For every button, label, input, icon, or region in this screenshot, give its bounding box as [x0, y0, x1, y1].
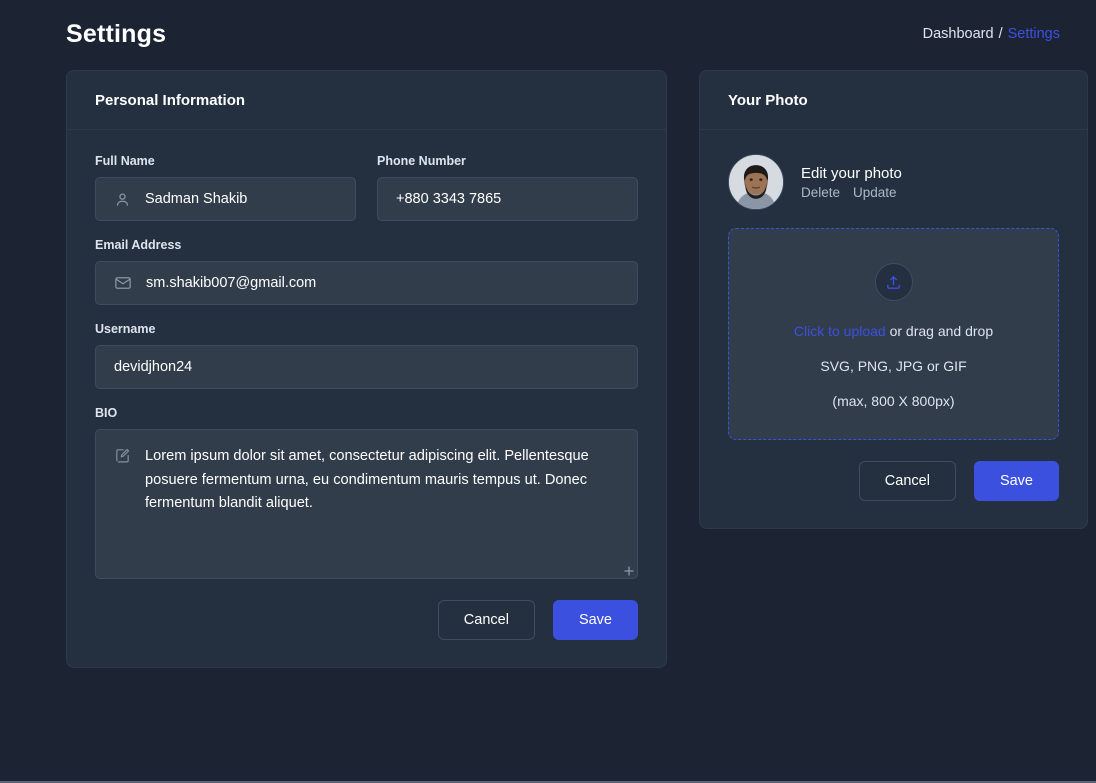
page-header: Settings Dashboard / Settings — [0, 0, 1096, 62]
full-name-input-wrapper[interactable] — [95, 177, 356, 221]
photo-cancel-button[interactable]: Cancel — [858, 461, 956, 501]
phone-number-input-wrapper[interactable] — [377, 177, 638, 221]
user-icon — [114, 191, 131, 208]
save-button[interactable]: Save — [552, 600, 638, 640]
username-field-group: Username — [95, 322, 638, 389]
personal-information-card-header: Personal Information — [67, 71, 666, 130]
photo-dropzone[interactable]: Click to upload or drag and drop SVG, PN… — [728, 228, 1059, 440]
personal-information-form: Full Name Sadman Shakib Phone Number +88… — [67, 130, 666, 667]
personal-information-actions: Cancel Save — [95, 600, 638, 640]
dropzone-primary-text: Click to upload or drag and drop — [749, 323, 1038, 339]
breadcrumb-settings[interactable]: Settings — [1008, 26, 1060, 42]
update-photo-link[interactable]: Update — [853, 185, 897, 200]
your-photo-title: Your Photo — [728, 92, 808, 109]
your-photo-actions: Cancel Save — [728, 461, 1059, 501]
breadcrumb-separator: / — [998, 26, 1003, 42]
username-label: Username — [95, 322, 156, 336]
personal-information-card: Personal Information Full Name Sadman Sh… — [66, 70, 667, 668]
bio-field-group: BIO Lorem ipsum dolor sit amet, consecte… — [95, 406, 638, 579]
phone-number-label: Phone Number — [377, 154, 466, 168]
settings-page: Settings Dashboard / Settings Personal I… — [0, 0, 1096, 783]
delete-photo-link[interactable]: Delete — [801, 185, 840, 200]
photo-meta: Edit your photo Delete Update — [801, 165, 902, 200]
photo-save-button[interactable]: Save — [973, 461, 1059, 501]
drag-and-drop-text: or drag and drop — [885, 323, 994, 339]
email-field-group: Email Address — [95, 238, 638, 305]
email-label: Email Address — [95, 238, 182, 252]
your-photo-card: Your Photo Edit your photo Delete Update… — [699, 70, 1088, 529]
breadcrumb: Dashboard / Settings — [923, 26, 1060, 42]
mail-icon — [114, 274, 132, 292]
bio-label: BIO — [95, 406, 118, 420]
personal-information-title: Personal Information — [95, 92, 246, 109]
full-name-label: Full Name — [95, 154, 155, 168]
dropzone-formats-text: SVG, PNG, JPG or GIF — [820, 358, 967, 374]
bio-textarea[interactable]: Lorem ipsum dolor sit amet, consectetur … — [145, 445, 619, 566]
bio-textarea-wrapper[interactable]: Lorem ipsum dolor sit amet, consectetur … — [95, 429, 638, 579]
edit-icon — [114, 447, 131, 566]
avatar — [728, 154, 784, 210]
dropzone-max-size-text: (max, 800 X 800px) — [832, 393, 955, 409]
your-photo-body: Edit your photo Delete Update Click to u… — [700, 130, 1087, 528]
breadcrumb-dashboard[interactable]: Dashboard — [923, 26, 994, 42]
name-phone-row: Full Name Sadman Shakib Phone Number +88… — [95, 154, 638, 238]
full-name-field-group: Full Name — [95, 154, 356, 221]
email-input[interactable] — [146, 275, 619, 291]
username-input[interactable] — [114, 359, 619, 375]
username-input-wrapper[interactable] — [95, 345, 638, 389]
email-input-wrapper[interactable] — [95, 261, 638, 305]
personal-information-column: Personal Information Full Name Sadman Sh… — [66, 70, 667, 668]
upload-icon — [874, 263, 913, 301]
cancel-button[interactable]: Cancel — [437, 600, 535, 640]
your-photo-card-header: Your Photo — [700, 71, 1087, 130]
resize-handle-icon[interactable] — [623, 564, 635, 576]
phone-number-input[interactable] — [396, 191, 619, 207]
photo-links: Delete Update — [801, 185, 902, 200]
photo-header-row: Edit your photo Delete Update — [728, 154, 1059, 210]
edit-photo-title: Edit your photo — [801, 164, 902, 182]
your-photo-column: Your Photo Edit your photo Delete Update… — [699, 70, 1088, 529]
phone-number-field-group: Phone Number — [377, 154, 638, 221]
page-title: Settings — [66, 19, 167, 48]
full-name-input[interactable] — [145, 191, 337, 207]
settings-grid: Personal Information Full Name Sadman Sh… — [0, 62, 1096, 668]
click-to-upload-link[interactable]: Click to upload — [794, 323, 886, 339]
